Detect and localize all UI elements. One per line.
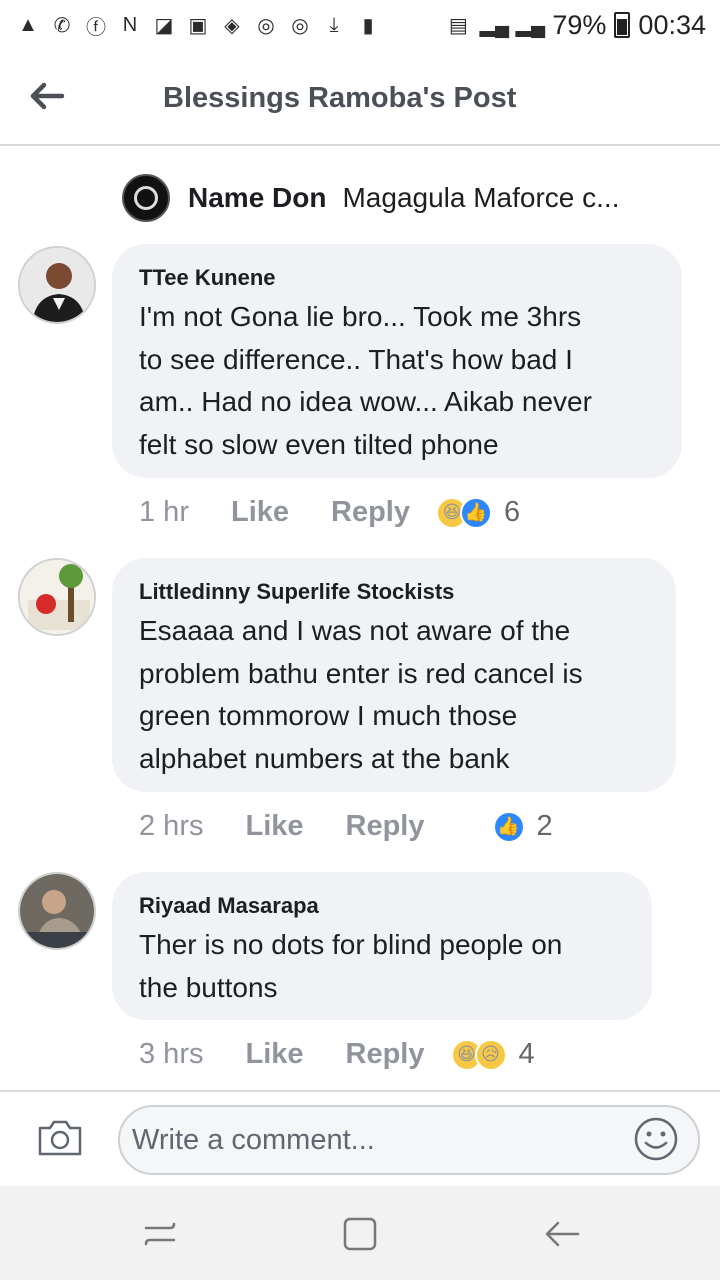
avatar[interactable] <box>18 872 96 950</box>
avatar[interactable] <box>18 558 96 636</box>
whatsapp-icon: ✆ <box>53 14 71 37</box>
comment-composer <box>0 1090 720 1186</box>
header: Blessings Ramoba's Post <box>0 50 720 146</box>
page-title: Blessings Ramoba's Post <box>163 82 517 114</box>
download-icon: ⤓ <box>329 13 339 36</box>
reaction-count: 2 <box>536 810 553 842</box>
comment-input[interactable] <box>118 1105 700 1175</box>
comment-bubble[interactable]: Riyaad Masarapa Ther is no dots for blin… <box>112 872 652 1020</box>
news-icon: N <box>122 13 138 36</box>
comment-text: Esaaaa and I was not aware of the proble… <box>139 615 583 774</box>
emoji-icon[interactable] <box>632 1115 680 1163</box>
gallery-icon: ◪ <box>154 14 174 37</box>
avatar <box>122 174 170 222</box>
comment-text: Ther is no dots for blind people on the … <box>139 929 563 1003</box>
notification-icons: ▲ ✆ ⓕ N ◪ ▣ ◈ ◎ ◎ ⤓ ▮ <box>14 11 382 39</box>
battery-percent: 79% <box>552 9 607 40</box>
reactions[interactable]: 😆 😥 4 <box>450 1038 535 1071</box>
clock: 00:34 <box>638 9 706 40</box>
comment-time[interactable]: 3 hrs <box>139 1038 203 1071</box>
like-button[interactable]: Like <box>245 810 303 843</box>
home-icon[interactable] <box>340 1214 380 1254</box>
sd-card-icon: ▮ <box>362 14 374 37</box>
sad-reaction-icon: 😥 <box>474 1038 507 1071</box>
reactions[interactable]: 😆 👍 6 <box>436 496 520 529</box>
like-button[interactable]: Like <box>245 1038 303 1071</box>
navigation-bar <box>0 1186 720 1280</box>
like-reaction-icon: 👍 <box>460 496 492 529</box>
reply-preview[interactable]: Name Don Magagula Maforce c... <box>122 172 702 224</box>
comment-time[interactable]: 2 hrs <box>139 810 203 843</box>
comment-actions: 3 hrs Like Reply 😆 😥 4 <box>139 1038 535 1071</box>
system-status: ▤ ▂▄ ▂▄ 79% 00:34 <box>444 10 706 41</box>
reply-button[interactable]: Reply <box>346 1038 425 1071</box>
status-bar: ▲ ✆ ⓕ N ◪ ▣ ◈ ◎ ◎ ⤓ ▮ ▤ ▂▄ ▂▄ 79% 00:34 <box>0 0 720 50</box>
reaction-count: 6 <box>504 496 521 528</box>
reply-snippet: Magagula Maforce c... <box>342 182 620 213</box>
comment-actions: 1 hr Like Reply 😆 👍 6 <box>139 496 520 529</box>
signal-icon: ▂▄ <box>479 14 510 37</box>
sim-icon: ▤ <box>448 14 468 37</box>
back-icon[interactable] <box>542 1214 582 1254</box>
camera-icon[interactable] <box>36 1118 84 1158</box>
comment-actions: 2 hrs Like Reply 👍 2 <box>139 810 553 843</box>
comment-time[interactable]: 1 hr <box>139 496 189 529</box>
reply-button[interactable]: Reply <box>346 810 425 843</box>
comment-author[interactable]: TTee Kunene <box>139 264 654 292</box>
like-button[interactable]: Like <box>231 496 289 529</box>
signal-icon-2: ▂▄ <box>515 14 546 37</box>
avatar[interactable] <box>18 246 96 324</box>
comment-author[interactable]: Littledinny Superlife Stockists <box>139 578 648 606</box>
back-arrow-icon[interactable] <box>26 76 66 116</box>
alert-icon: ▲ <box>18 13 38 36</box>
comment-bubble[interactable]: Littledinny Superlife Stockists Esaaaa a… <box>112 558 676 792</box>
comment-author[interactable]: Riyaad Masarapa <box>139 892 624 920</box>
reactions[interactable]: 👍 2 <box>451 810 553 843</box>
facebook-icon: ⓕ <box>86 16 106 39</box>
comment-text: I'm not Gona lie bro... Took me 3hrs to … <box>139 301 592 460</box>
recent-apps-icon[interactable] <box>140 1214 180 1254</box>
sync-icon: ◎ <box>257 14 275 37</box>
sync-icon-2: ◎ <box>291 14 309 37</box>
comment-bubble[interactable]: TTee Kunene I'm not Gona lie bro... Took… <box>112 244 682 478</box>
wifi-hotspot-icon: ◈ <box>224 14 240 37</box>
image-icon: ▣ <box>188 14 208 37</box>
reply-button[interactable]: Reply <box>331 496 410 529</box>
reply-author: Name Don <box>188 182 327 213</box>
like-reaction-icon: 👍 <box>492 810 525 843</box>
battery-icon <box>614 12 631 38</box>
reaction-count: 4 <box>518 1038 535 1070</box>
